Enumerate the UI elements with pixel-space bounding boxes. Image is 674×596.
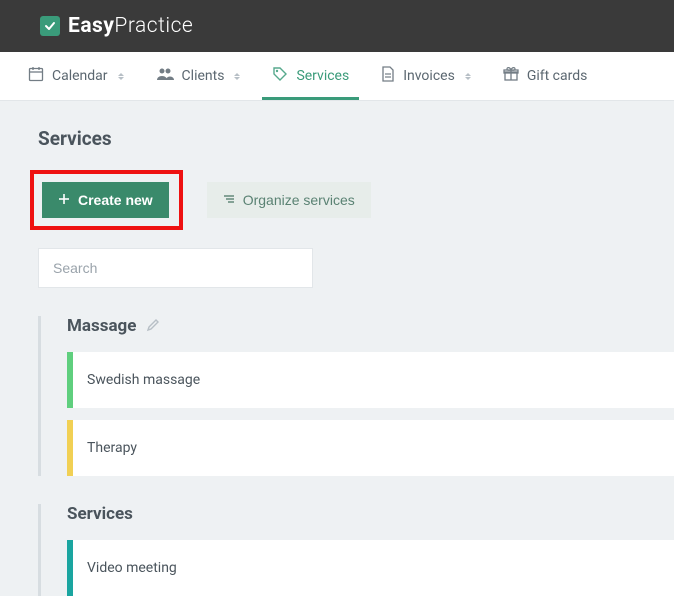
calendar-icon: [28, 66, 44, 86]
service-item[interactable]: Therapy: [67, 420, 674, 476]
service-item[interactable]: Video meeting: [67, 540, 674, 596]
nav-label: Invoices: [403, 68, 455, 84]
button-label: Create new: [78, 192, 153, 208]
service-name: Therapy: [73, 440, 137, 456]
service-name: Swedish massage: [73, 372, 200, 388]
nav-label: Services: [296, 68, 349, 84]
sort-icon: [465, 73, 471, 80]
brand-text: EasyPractice: [68, 14, 193, 38]
button-label: Organize services: [243, 192, 355, 208]
nav-giftcards[interactable]: Gift cards: [503, 52, 588, 100]
service-category: Services Video meeting: [38, 504, 674, 596]
action-row: Create new Organize services: [38, 170, 674, 230]
nav-invoices[interactable]: Invoices: [381, 52, 471, 100]
people-icon: [156, 66, 174, 86]
gift-icon: [503, 66, 519, 86]
annotation-highlight: Create new: [30, 170, 183, 230]
organize-services-button[interactable]: Organize services: [207, 182, 371, 218]
organize-icon: [223, 192, 235, 208]
document-icon: [381, 66, 395, 86]
tag-icon: [272, 66, 288, 86]
page-title: Services: [38, 127, 674, 150]
nav-label: Gift cards: [527, 68, 588, 84]
brand-logo[interactable]: EasyPractice: [40, 14, 193, 38]
nav-label: Clients: [182, 68, 225, 84]
plus-icon: [58, 192, 70, 208]
service-name: Video meeting: [73, 560, 177, 576]
service-category: Massage Swedish massage Therapy: [38, 316, 674, 476]
category-header: Massage: [67, 316, 674, 336]
category-header: Services: [67, 504, 674, 524]
nav-calendar[interactable]: Calendar: [28, 52, 124, 100]
main-nav: Calendar Clients Services Invoices Gift …: [0, 52, 674, 101]
create-new-button[interactable]: Create new: [42, 182, 169, 218]
nav-services[interactable]: Services: [272, 52, 349, 100]
sort-icon: [118, 73, 124, 80]
search-wrap: [38, 248, 674, 288]
nav-clients[interactable]: Clients: [156, 52, 241, 100]
nav-label: Calendar: [52, 68, 108, 84]
top-bar: EasyPractice: [0, 0, 674, 52]
check-icon: [40, 16, 60, 36]
category-title: Services: [67, 504, 133, 524]
pencil-icon[interactable]: [146, 317, 160, 336]
category-title: Massage: [67, 316, 136, 336]
sort-icon: [234, 73, 240, 80]
search-input[interactable]: [38, 248, 313, 288]
service-item[interactable]: Swedish massage: [67, 352, 674, 408]
page-content: Services Create new Organize services Ma…: [0, 101, 674, 596]
